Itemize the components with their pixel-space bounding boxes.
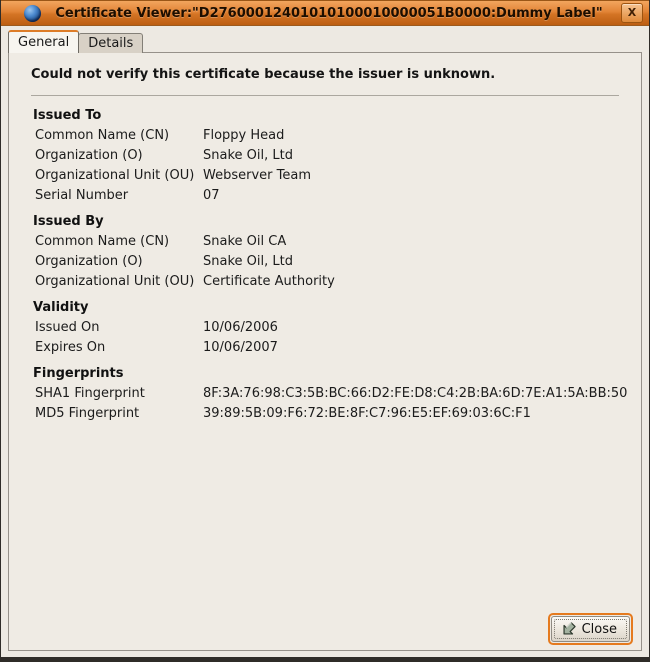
cert-field-row: SHA1 Fingerprint8F:3A:76:98:C3:5B:BC:66:… <box>27 384 623 404</box>
window-close-button[interactable]: X <box>621 3 643 23</box>
field-value: Snake Oil, Ltd <box>203 146 293 166</box>
cert-field-row: Organization (O)Snake Oil, Ltd <box>27 146 623 166</box>
cert-field-row: Organizational Unit (OU)Webserver Team <box>27 166 623 186</box>
field-value: 10/06/2007 <box>203 338 278 358</box>
field-value: 8F:3A:76:98:C3:5B:BC:66:D2:FE:D8:C4:2B:B… <box>203 384 627 404</box>
field-value: Snake Oil CA <box>203 232 286 252</box>
field-label: Organization (O) <box>35 146 203 166</box>
globe-icon[interactable] <box>24 5 41 22</box>
field-value: Floppy Head <box>203 126 284 146</box>
field-value: Snake Oil, Ltd <box>203 252 293 272</box>
cert-field-row: Organization (O)Snake Oil, Ltd <box>27 252 623 272</box>
field-label: Organization (O) <box>35 252 203 272</box>
cert-field-row: Common Name (CN)Snake Oil CA <box>27 232 623 252</box>
close-button-focus-ring: Close <box>548 613 633 645</box>
field-label: Organizational Unit (OU) <box>35 166 203 186</box>
field-label: Organizational Unit (OU) <box>35 272 203 292</box>
field-value: 07 <box>203 186 220 206</box>
tab-bar: GeneralDetails <box>8 30 143 53</box>
cert-section: Issued ToCommon Name (CN)Floppy HeadOrga… <box>27 106 623 206</box>
tab-general[interactable]: General <box>8 30 79 53</box>
field-label: MD5 Fingerprint <box>35 404 203 424</box>
cert-section: ValidityIssued On10/06/2006Expires On10/… <box>27 298 623 358</box>
window-title: Certificate Viewer:"D2760001240101010001… <box>41 6 617 21</box>
certificate-viewer-window: Certificate Viewer:"D2760001240101010001… <box>1 0 649 657</box>
section-title: Fingerprints <box>27 364 623 384</box>
close-x-icon: X <box>628 6 636 19</box>
field-label: Serial Number <box>35 186 203 206</box>
field-label: SHA1 Fingerprint <box>35 384 203 404</box>
section-title: Validity <box>27 298 623 318</box>
field-label: Common Name (CN) <box>35 126 203 146</box>
close-arrow-icon <box>557 618 580 641</box>
general-tab-panel: Could not verify this certificate becaus… <box>8 52 642 651</box>
close-button[interactable]: Close <box>551 616 630 642</box>
cert-field-row: Organizational Unit (OU)Certificate Auth… <box>27 272 623 292</box>
field-label: Issued On <box>35 318 203 338</box>
verification-warning: Could not verify this certificate becaus… <box>31 67 619 82</box>
field-label: Common Name (CN) <box>35 232 203 252</box>
section-title: Issued To <box>27 106 623 126</box>
field-value: 10/06/2006 <box>203 318 278 338</box>
section-title: Issued By <box>27 212 623 232</box>
close-button-label: Close <box>582 622 617 637</box>
field-value: Certificate Authority <box>203 272 335 292</box>
cert-field-row: Common Name (CN)Floppy Head <box>27 126 623 146</box>
cert-field-row: Expires On10/06/2007 <box>27 338 623 358</box>
titlebar[interactable]: Certificate Viewer:"D2760001240101010001… <box>1 0 649 26</box>
separator <box>31 95 619 96</box>
cert-section: FingerprintsSHA1 Fingerprint8F:3A:76:98:… <box>27 364 623 424</box>
field-value: 39:89:5B:09:F6:72:BE:8F:C7:96:E5:EF:69:0… <box>203 404 531 424</box>
tab-details[interactable]: Details <box>78 33 143 53</box>
cert-field-row: Issued On10/06/2006 <box>27 318 623 338</box>
certificate-sections: Issued ToCommon Name (CN)Floppy HeadOrga… <box>27 106 623 424</box>
cert-section: Issued ByCommon Name (CN)Snake Oil CAOrg… <box>27 212 623 292</box>
cert-field-row: Serial Number07 <box>27 186 623 206</box>
cert-field-row: MD5 Fingerprint39:89:5B:09:F6:72:BE:8F:C… <box>27 404 623 424</box>
field-label: Expires On <box>35 338 203 358</box>
field-value: Webserver Team <box>203 166 311 186</box>
